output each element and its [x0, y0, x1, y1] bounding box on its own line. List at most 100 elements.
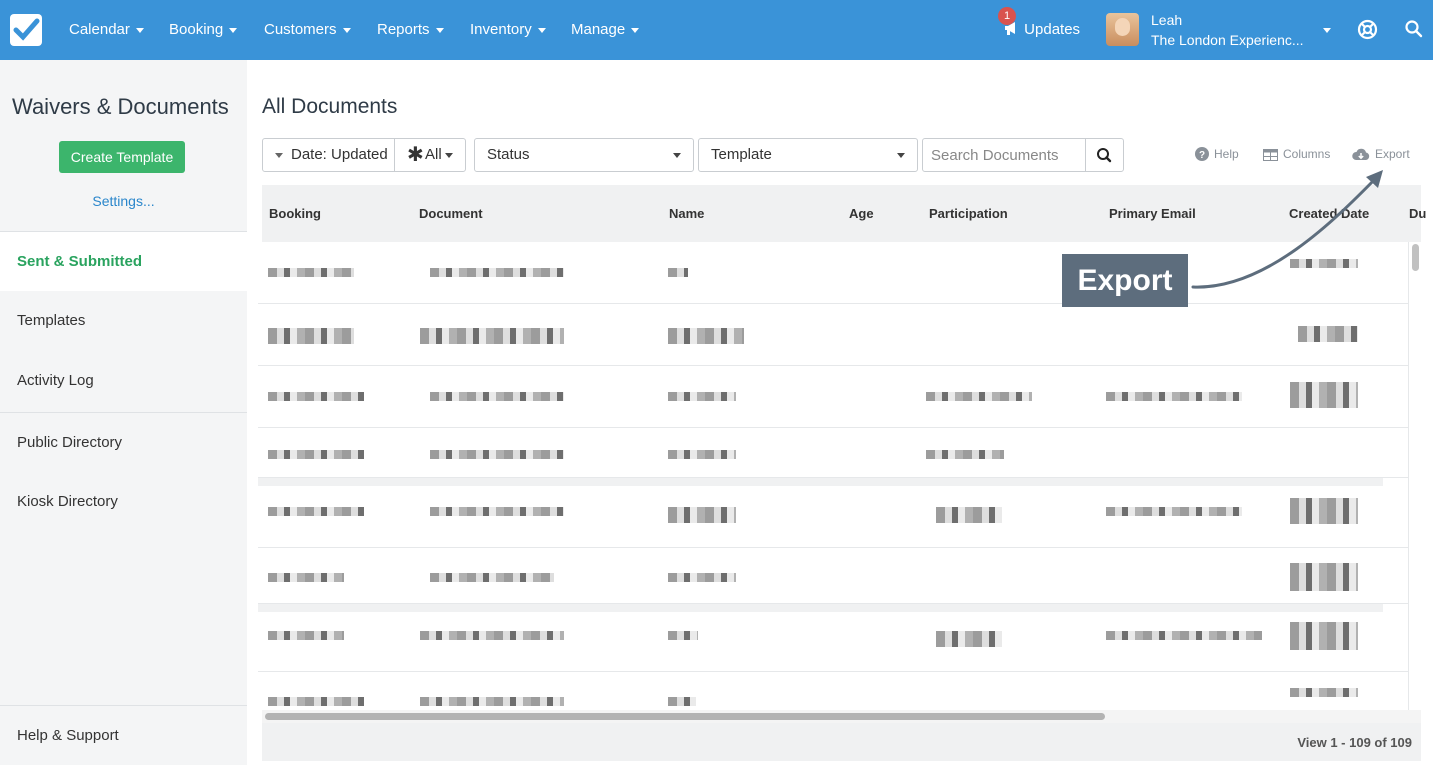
- date-filter-dropdown[interactable]: Date: Updated: [262, 138, 395, 172]
- chevron-down-icon[interactable]: [1323, 28, 1331, 33]
- redacted-cell: [430, 573, 554, 582]
- vertical-scrollbar[interactable]: [1408, 242, 1421, 710]
- redacted-cell: [668, 268, 688, 277]
- sidebar-item-sent-submitted[interactable]: Sent & Submitted: [0, 231, 247, 291]
- redacted-cell: [926, 450, 1004, 459]
- updates-badge: 1: [998, 7, 1016, 25]
- column-header-document[interactable]: Document: [419, 206, 483, 221]
- table-row[interactable]: [258, 428, 1408, 478]
- date-filter-label: Date: Updated: [291, 146, 388, 163]
- chevron-down-icon: [275, 153, 283, 158]
- nav-booking[interactable]: Booking: [169, 21, 238, 38]
- redacted-cell: [420, 328, 564, 344]
- redacted-cell: [936, 631, 1002, 647]
- template-filter-select[interactable]: Template: [698, 138, 918, 172]
- redacted-cell: [268, 507, 364, 516]
- documents-table-body: [258, 242, 1408, 710]
- table-row[interactable]: [258, 366, 1408, 428]
- column-header-primary-email[interactable]: Primary Email: [1109, 206, 1196, 221]
- export-tool[interactable]: Export: [1352, 147, 1410, 161]
- help-tool-label: Help: [1214, 147, 1239, 161]
- column-header-participation[interactable]: Participation: [929, 206, 1008, 221]
- redacted-cell: [1290, 563, 1358, 591]
- updates-button[interactable]: 1 Updates: [998, 7, 1081, 38]
- redacted-cell: [268, 697, 364, 706]
- sidebar-item-help-support[interactable]: Help & Support: [0, 705, 247, 765]
- table-row[interactable]: [258, 548, 1408, 604]
- nav-booking-label: Booking: [169, 21, 224, 38]
- columns-tool[interactable]: Columns: [1263, 147, 1330, 161]
- column-header-name[interactable]: Name: [669, 206, 704, 221]
- group-separator: [258, 604, 1383, 612]
- table-row[interactable]: [258, 612, 1408, 672]
- redacted-cell: [430, 268, 564, 277]
- create-template-button[interactable]: Create Template: [59, 141, 185, 173]
- export-tool-label: Export: [1375, 147, 1410, 161]
- status-filter-select[interactable]: Status: [474, 138, 694, 172]
- search-documents-input[interactable]: [922, 138, 1086, 172]
- redacted-cell: [268, 268, 354, 277]
- chevron-down-icon: [229, 27, 238, 33]
- chevron-down-icon: [435, 27, 444, 33]
- column-header-du[interactable]: Du: [1409, 206, 1426, 221]
- sidebar-item-activity-log[interactable]: Activity Log: [0, 351, 247, 411]
- nav-calendar[interactable]: Calendar: [69, 21, 144, 38]
- horizontal-scrollbar[interactable]: [262, 710, 1421, 723]
- sidebar-item-kiosk-directory[interactable]: Kiosk Directory: [0, 472, 247, 532]
- search-icon[interactable]: [1404, 19, 1424, 39]
- redacted-cell: [268, 450, 364, 459]
- table-row[interactable]: [258, 304, 1408, 366]
- top-navigation-bar: Calendar Booking Customers Reports Inven…: [0, 0, 1433, 60]
- range-filter-dropdown[interactable]: ✱ All: [394, 138, 466, 172]
- search-icon: [1097, 148, 1112, 163]
- redacted-cell: [430, 450, 564, 459]
- redacted-cell: [1290, 622, 1358, 650]
- redacted-cell: [420, 631, 564, 640]
- redacted-cell: [926, 392, 1032, 401]
- checkbox-logo-icon[interactable]: [10, 14, 42, 46]
- redacted-cell: [1106, 631, 1262, 640]
- chevron-down-icon: [342, 27, 351, 33]
- vertical-scrollbar-thumb[interactable]: [1412, 244, 1419, 271]
- sidebar-title: Waivers & Documents: [12, 94, 229, 119]
- redacted-cell: [1290, 688, 1358, 697]
- nav-reports-label: Reports: [377, 21, 430, 38]
- chevron-down-icon: [537, 27, 546, 33]
- table-row[interactable]: [258, 486, 1408, 548]
- nav-customers[interactable]: Customers: [264, 21, 351, 38]
- horizontal-scrollbar-thumb[interactable]: [265, 713, 1105, 720]
- redacted-cell: [668, 631, 698, 640]
- redacted-cell: [430, 507, 564, 516]
- nav-inventory[interactable]: Inventory: [470, 21, 546, 38]
- help-tool[interactable]: ? Help: [1195, 147, 1239, 161]
- updates-label: Updates: [1024, 21, 1081, 38]
- search-button[interactable]: [1085, 138, 1124, 172]
- nav-reports[interactable]: Reports: [377, 21, 444, 38]
- sidebar-item-public-directory[interactable]: Public Directory: [0, 412, 247, 472]
- chevron-down-icon: [445, 153, 453, 158]
- column-header-booking[interactable]: Booking: [269, 206, 321, 221]
- pagination-info: View 1 - 109 of 109: [1297, 735, 1412, 750]
- redacted-cell: [1106, 507, 1242, 516]
- user-name[interactable]: Leah: [1151, 12, 1182, 28]
- lifebuoy-icon[interactable]: [1357, 19, 1378, 40]
- asterisk-icon: ✱: [407, 144, 424, 166]
- sidebar: Waivers & Documents Create Template Sett…: [0, 60, 247, 765]
- table-footer: View 1 - 109 of 109: [262, 723, 1421, 761]
- nav-manage[interactable]: Manage: [571, 21, 640, 38]
- settings-link[interactable]: Settings...: [0, 193, 247, 209]
- nav-calendar-label: Calendar: [69, 21, 130, 38]
- redacted-cell: [668, 573, 736, 582]
- table-row[interactable]: [258, 672, 1408, 710]
- user-organization[interactable]: The London Experienc...: [1151, 32, 1304, 48]
- column-header-age[interactable]: Age: [849, 206, 874, 221]
- export-callout-label: Export: [1062, 254, 1188, 307]
- chevron-down-icon: [135, 27, 144, 33]
- sidebar-item-templates[interactable]: Templates: [0, 291, 247, 351]
- template-filter-label: Template: [711, 146, 772, 163]
- redacted-cell: [268, 631, 344, 640]
- columns-tool-label: Columns: [1283, 147, 1331, 161]
- nav-inventory-label: Inventory: [470, 21, 532, 38]
- nav-customers-label: Customers: [264, 21, 337, 38]
- avatar[interactable]: [1106, 13, 1139, 46]
